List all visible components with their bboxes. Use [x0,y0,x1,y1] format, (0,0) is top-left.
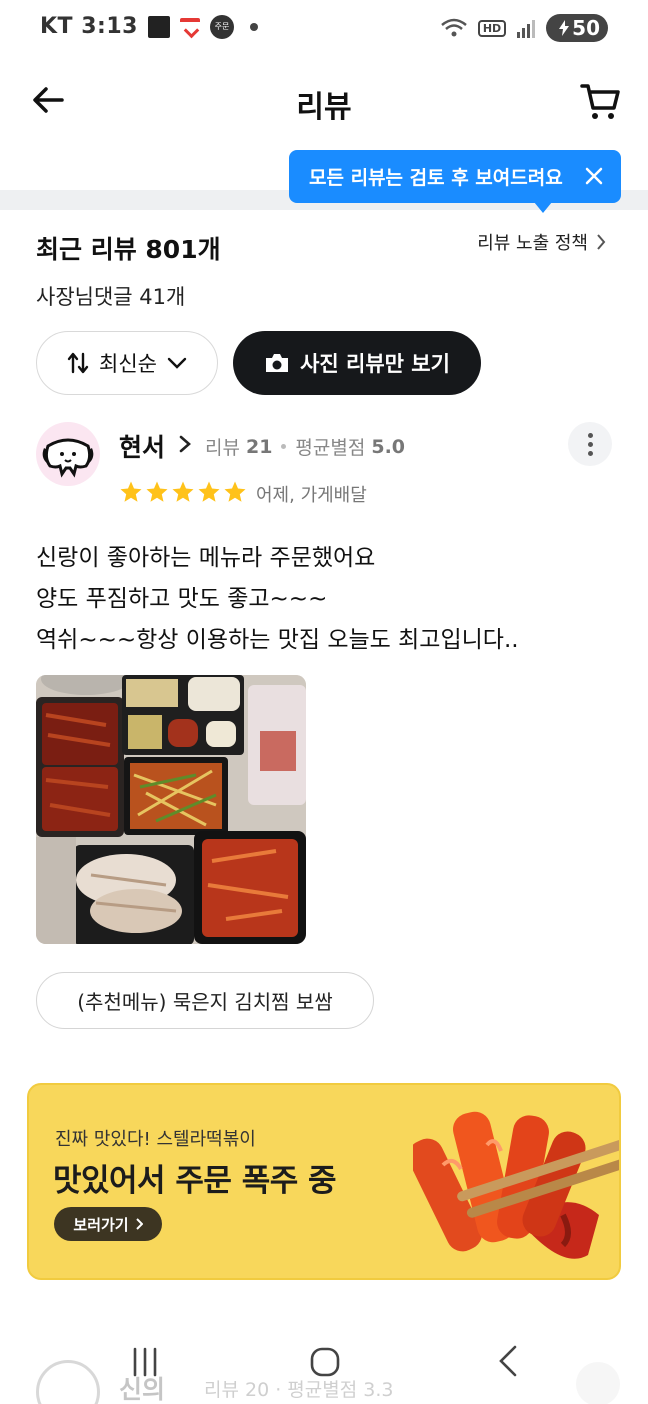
review-count-label: 리뷰 [205,437,240,459]
cart-icon[interactable] [578,78,622,122]
tteokbokki-image [413,1111,619,1259]
star-icon [224,481,246,502]
dog-avatar-icon [42,438,94,478]
notification-icon [147,15,170,38]
ad-subtitle: 진짜 맛있다! 스텔라떡볶이 [55,1129,256,1150]
review-count-value: 21 [245,435,273,458]
close-icon[interactable] [583,165,605,187]
food-photo-image [36,675,306,944]
star-rating [119,480,247,504]
recent-review-count: 최근 리뷰 801개 [36,235,221,264]
owner-reply-count: 사장님댓글 41개 [36,285,186,309]
app-header: 리뷰 [0,62,648,142]
back-icon[interactable] [493,1344,523,1378]
ad-view-button-label: 보러가기 [73,1215,129,1234]
more-options-button[interactable] [568,422,612,466]
ad-view-button[interactable]: 보러가기 [54,1207,162,1241]
chevron-right-icon [135,1218,143,1230]
review-policy-link[interactable]: 리뷰 노출 정책 [477,229,606,255]
avatar[interactable] [36,422,100,486]
review-text-line: 양도 푸짐하고 맛도 좋고~~~ [36,586,328,612]
reviewer-name[interactable]: 현서 [119,428,165,464]
star-icon [120,481,142,502]
chevron-down-icon [167,357,187,369]
more-notifications-dot [249,22,258,31]
sort-icon [67,352,89,374]
sort-dropdown[interactable]: 최신순 [36,331,218,395]
ad-banner[interactable]: 진짜 맛있다! 스텔라떡볶이 맛있어서 주문 폭주 중 보러가기 [27,1083,621,1280]
chevron-right-icon[interactable] [178,434,192,454]
avg-rating-value: 5.0 [371,435,406,458]
review-text: 신랑이 좋아하는 메뉴라 주문했어요 양도 푸짐하고 맛도 좋고~~~ 역쉬~~… [36,538,519,661]
home-icon[interactable] [310,1346,340,1378]
star-icon [146,481,168,502]
star-icon [172,481,194,502]
review-text-line: 역쉬~~~항상 이용하는 맛집 오늘도 최고입니다.. [36,627,519,653]
review-date-and-type: 어제, 가게배달 [256,485,367,506]
ordered-menu-chip[interactable]: (추천메뉴) 묵은지 김치찜 보쌈 [36,972,374,1029]
chevron-right-icon [597,234,606,250]
photo-review-filter-button[interactable]: 사진 리뷰만 보기 [233,331,481,395]
notification-icon [179,17,200,36]
page-title: 리뷰 [296,90,352,125]
wifi-icon [441,18,467,37]
separator-dot [281,444,287,449]
battery-indicator: 50 [546,14,608,42]
avg-rating-label: 평균별점 [295,437,366,459]
charging-icon [559,20,570,36]
star-icon [198,481,220,502]
sort-label: 최신순 [99,352,157,376]
ad-title: 맛있어서 주문 폭주 중 [53,1163,337,1199]
carrier-label: KT 3:13 [40,14,138,39]
tooltip-arrow [534,202,552,213]
tooltip-text: 모든 리뷰는 검토 후 보여드려요 [309,167,563,189]
reviewer-stats: 리뷰 21 평균별점 5.0 [205,433,405,460]
recent-apps-icon[interactable] [130,1346,160,1378]
camera-icon [266,354,289,372]
review-notice-tooltip: 모든 리뷰는 검토 후 보여드려요 [289,150,621,203]
status-bar: KT 3:13 주문 HD 50 [0,0,648,62]
policy-link-label: 리뷰 노출 정책 [477,233,588,254]
system-navigation-bar [0,1326,648,1404]
signal-icon [517,20,536,38]
order-notification-icon: 주문 [209,14,234,39]
hd-icon: HD [477,19,507,37]
review-photo[interactable] [36,675,306,944]
photo-review-filter-label: 사진 리뷰만 보기 [300,352,450,376]
review-text-line: 신랑이 좋아하는 메뉴라 주문했어요 [36,545,376,571]
